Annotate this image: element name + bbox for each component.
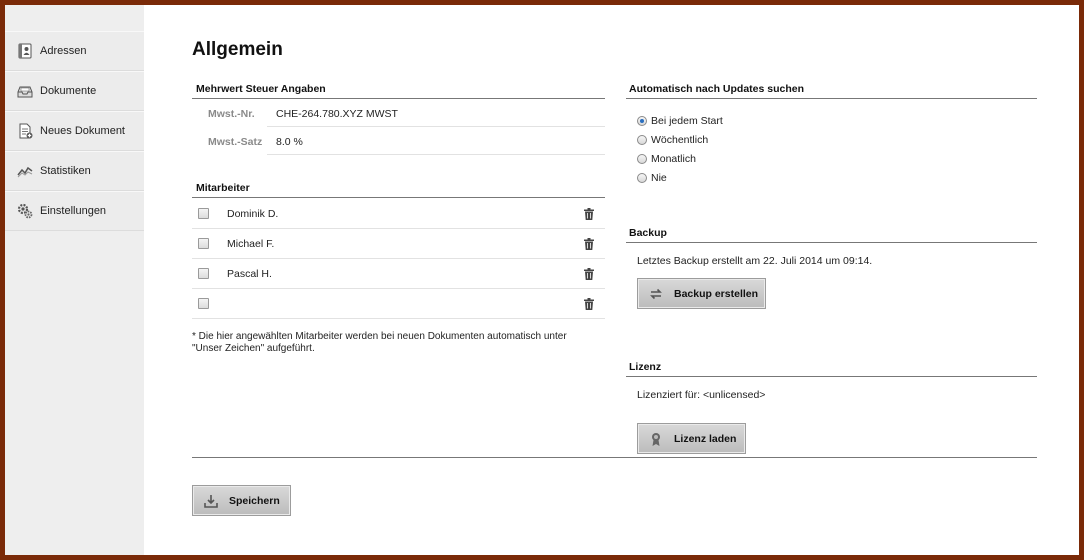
radio-button[interactable]: [637, 116, 647, 126]
update-option-start[interactable]: Bei jedem Start: [637, 115, 723, 127]
license-section-divider: [626, 376, 1037, 377]
sidebar-item-dokumente[interactable]: Dokumente: [5, 71, 144, 111]
inbox-tray-icon: [17, 83, 33, 99]
new-document-icon: [17, 123, 33, 139]
load-license-button[interactable]: Lizenz laden: [637, 423, 746, 454]
vat-section-title: Mehrwert Steuer Angaben: [196, 83, 326, 95]
trash-icon[interactable]: [584, 208, 594, 220]
address-book-icon: [17, 43, 33, 59]
employee-name: Dominik D.: [227, 208, 279, 220]
license-status: Lizenziert für: <unlicensed>: [637, 389, 766, 401]
sidebar-item-label: Dokumente: [40, 85, 97, 97]
radio-button[interactable]: [637, 173, 647, 183]
gears-icon: [17, 203, 33, 219]
trash-icon[interactable]: [584, 268, 594, 280]
employee-checkbox[interactable]: [198, 208, 209, 219]
employee-checkbox[interactable]: [198, 238, 209, 249]
vat-section-divider: [192, 98, 605, 99]
settings-panel: Allgemein Mehrwert Steuer Angaben Mwst.-…: [192, 5, 1079, 555]
vat-rate-value[interactable]: 8.0 %: [276, 136, 303, 148]
employee-name: Pascal H.: [227, 268, 272, 280]
save-button[interactable]: Speichern: [192, 485, 291, 516]
radio-button[interactable]: [637, 135, 647, 145]
footer-divider: [192, 457, 1037, 458]
employee-checkbox[interactable]: [198, 268, 209, 279]
sidebar-item-label: Neues Dokument: [40, 125, 125, 137]
sidebar-item-einstellungen[interactable]: Einstellungen: [5, 191, 144, 231]
sidebar-item-neues-dokument[interactable]: Neues Dokument: [5, 111, 144, 151]
trash-icon[interactable]: [584, 298, 594, 310]
employees-section-divider: [192, 197, 605, 198]
sync-arrows-icon: [650, 288, 662, 299]
sidebar-item-adressen[interactable]: Adressen: [5, 31, 144, 71]
statistics-chart-icon: [17, 163, 33, 179]
create-backup-button[interactable]: Backup erstellen: [637, 278, 766, 309]
sidebar-item-label: Statistiken: [40, 165, 91, 177]
update-option-monthly[interactable]: Monatlich: [637, 153, 696, 165]
update-option-never[interactable]: Nie: [637, 172, 667, 184]
employees-note: * Die hier angewählten Mitarbeiter werde…: [192, 331, 567, 354]
sidebar-item-statistiken[interactable]: Statistiken: [5, 151, 144, 191]
employee-name: Michael F.: [227, 238, 275, 250]
vat-number-label: Mwst.-Nr.: [208, 108, 255, 120]
updates-section-title: Automatisch nach Updates suchen: [629, 83, 805, 95]
vat-rate-label: Mwst.-Satz: [208, 136, 263, 148]
radio-button[interactable]: [637, 154, 647, 164]
backup-section-title: Backup: [629, 227, 667, 239]
download-icon: [204, 494, 218, 508]
employees-section-title: Mitarbeiter: [196, 182, 250, 194]
backup-status: Letztes Backup erstellt am 22. Juli 2014…: [637, 255, 873, 267]
update-option-weekly[interactable]: Wöchentlich: [637, 134, 708, 146]
vat-number-value[interactable]: CHE-264.780.XYZ MWST: [276, 108, 398, 120]
trash-icon[interactable]: [584, 238, 594, 250]
page-title: Allgemein: [192, 39, 283, 60]
employee-checkbox[interactable]: [198, 298, 209, 309]
sidebar: Adressen Dokumente Neues Dokument Statis…: [5, 5, 144, 555]
updates-section-divider: [626, 98, 1037, 99]
sidebar-item-label: Einstellungen: [40, 205, 107, 217]
license-section-title: Lizenz: [629, 361, 662, 373]
award-ribbon-icon: [652, 432, 660, 446]
backup-section-divider: [626, 242, 1037, 243]
app-window: Adressen Dokumente Neues Dokument Statis…: [5, 5, 1079, 555]
sidebar-item-label: Adressen: [40, 45, 87, 57]
